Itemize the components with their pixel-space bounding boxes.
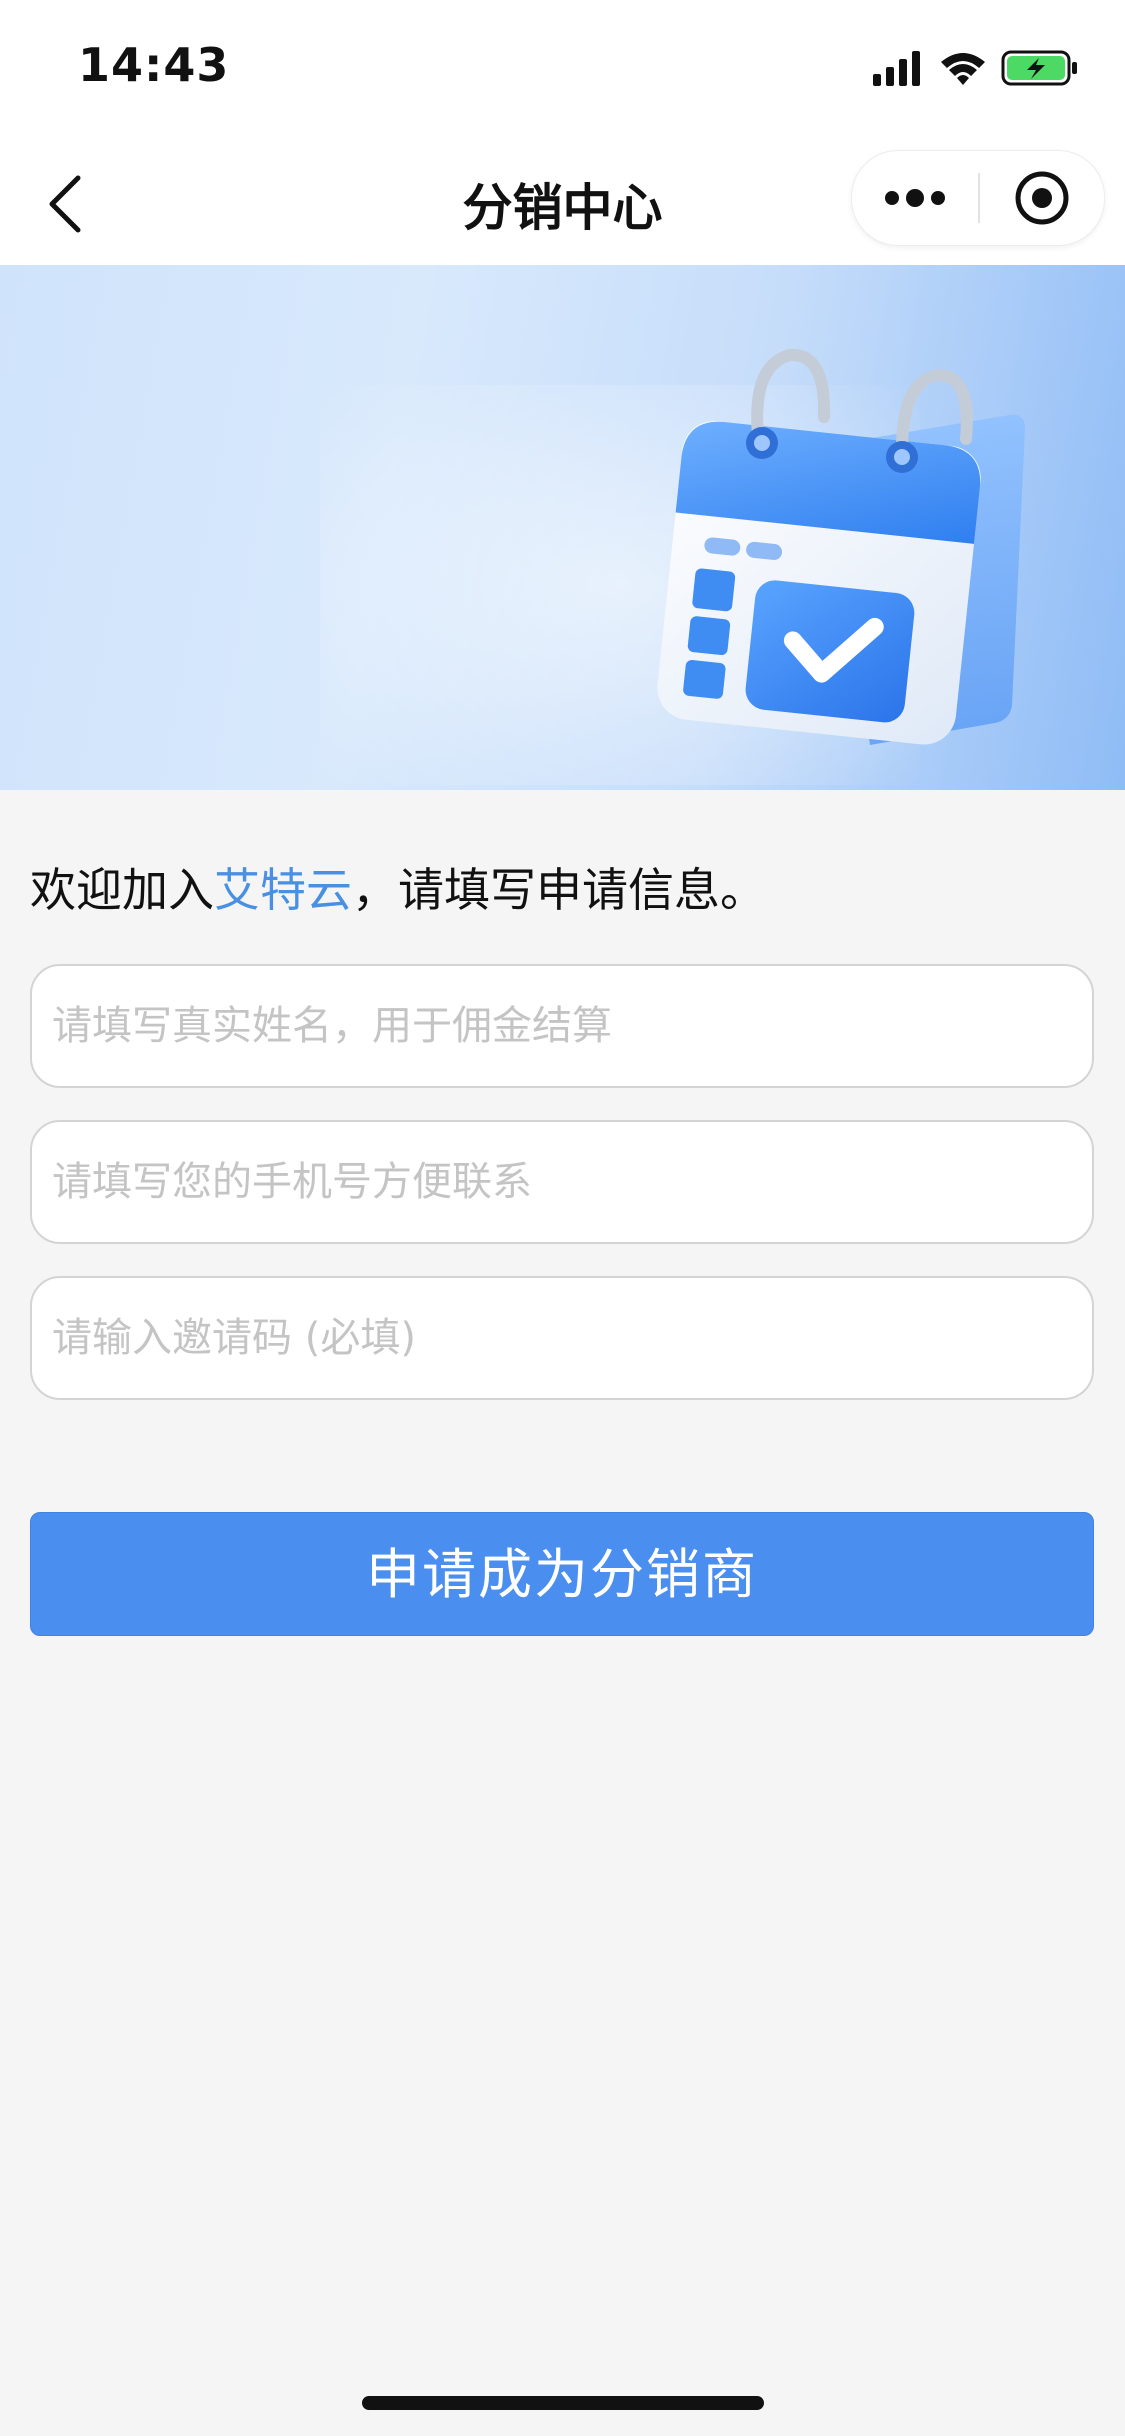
welcome-prefix: 欢迎加入 (30, 863, 214, 917)
welcome-text: 欢迎加入艾特云，请填写申请信息。 (30, 860, 766, 920)
apply-distributor-button[interactable]: 申请成为分销商 (30, 1512, 1094, 1636)
status-icons (873, 50, 1077, 86)
more-button[interactable] (852, 151, 978, 245)
target-close-icon (1015, 171, 1069, 225)
name-field (30, 964, 1094, 1088)
battery-charging-icon (1001, 50, 1077, 86)
welcome-suffix: ，请填写申请信息。 (352, 863, 766, 917)
phone-field (30, 1120, 1094, 1244)
brand-name: 艾特云 (214, 863, 352, 917)
invite-code-input[interactable] (32, 1278, 1092, 1398)
wifi-icon (941, 53, 985, 85)
close-button[interactable] (980, 151, 1104, 245)
invite-code-field (30, 1276, 1094, 1400)
mini-program-capsule (851, 150, 1105, 246)
home-indicator (362, 2396, 764, 2410)
cellular-signal-icon (873, 51, 920, 86)
status-time: 14:43 (78, 38, 230, 92)
name-input[interactable] (32, 966, 1092, 1086)
top-bar: 14:43 分销中心 (0, 0, 1125, 265)
calendar-check-icon (657, 349, 1025, 745)
more-dots-icon (885, 189, 945, 207)
banner (0, 265, 1125, 790)
phone-input[interactable] (32, 1122, 1092, 1242)
